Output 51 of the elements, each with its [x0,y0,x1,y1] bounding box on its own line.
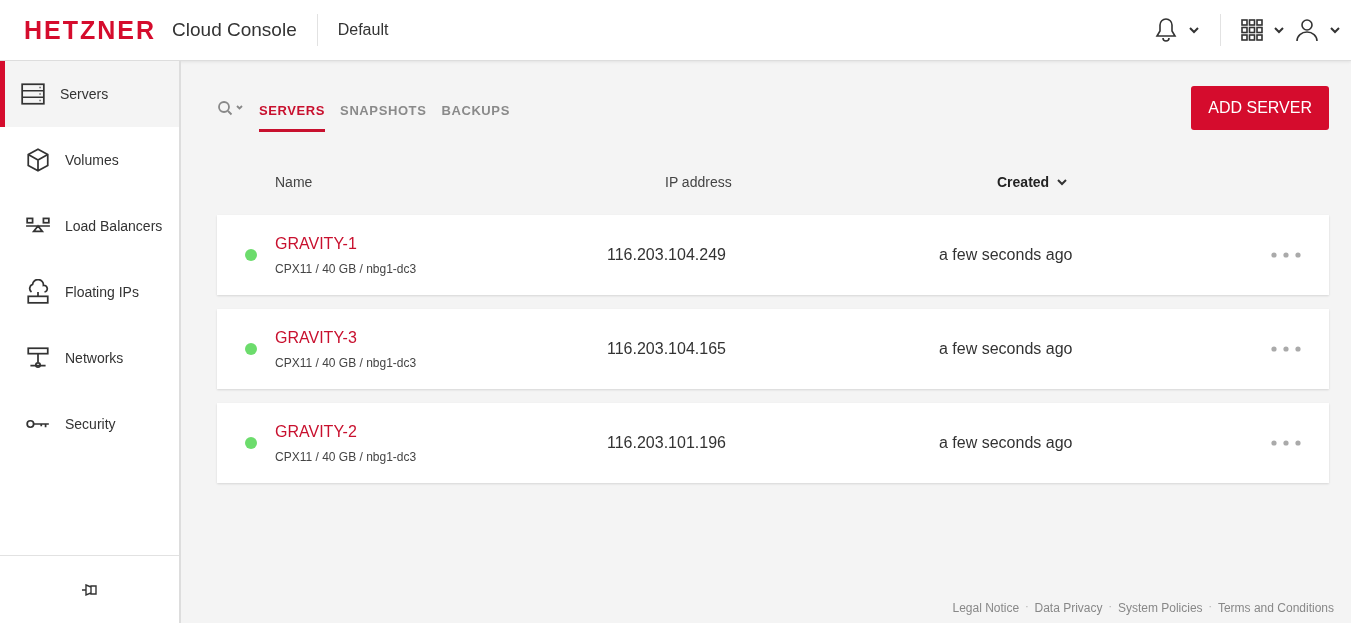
sidebar-item[interactable]: Security [0,391,179,457]
tab[interactable]: BACKUPS [441,95,510,132]
server-spec: CPX11 / 40 GB / nbg1-dc3 [275,354,417,372]
server-row[interactable]: GRAVITY-2 CPX11 / 40 GB / nbg1-dc3 116.203.101.196 a few seconds ago [217,402,1329,483]
footer-link[interactable]: Data Privacy [1034,599,1103,617]
created-time: a few seconds ago [939,245,1073,263]
server-name-link[interactable]: GRAVITY-3 [275,325,357,350]
created-time: a few seconds ago [939,433,1073,451]
sidebar-item[interactable]: Floating IPs [0,259,179,325]
footer-link[interactable]: Legal Notice [952,599,1020,617]
grid-icon[interactable] [1241,19,1263,41]
server-name-link[interactable]: GRAVITY-1 [275,231,357,256]
server-icon [20,81,46,107]
separator-dot: · [1108,600,1112,614]
column-header: Name [275,172,314,192]
chevron-down-icon[interactable] [1057,178,1068,186]
logo[interactable]: HETZNER [24,17,157,43]
column-header: IP address [665,172,733,192]
tab[interactable]: SNAPSHOTS [340,95,427,132]
add-server-button[interactable]: ADD SERVER [1191,86,1329,131]
created-time: a few seconds ago [939,339,1073,357]
sidebar-item[interactable]: Load Balancers [0,193,179,259]
pin-icon[interactable] [80,582,99,597]
chevron-down-icon[interactable] [1188,26,1200,34]
server-row[interactable]: GRAVITY-1 CPX11 / 40 GB / nbg1-dc3 116.203.104.249 a few seconds ago [217,214,1329,295]
app-title: Cloud Console [172,17,297,42]
network-icon [25,345,51,371]
cloud-server-icon [25,279,51,305]
ip-address: 116.203.104.165 [607,339,726,357]
footer-link[interactable]: System Policies [1117,599,1203,617]
search-icon[interactable] [217,100,245,117]
column-header[interactable]: Created [997,171,1068,193]
user-icon[interactable] [1295,18,1319,42]
chevron-down-icon[interactable] [1273,26,1285,34]
separator-dot: · [1025,600,1029,614]
chevron-down-icon[interactable] [1329,26,1341,34]
bell-icon[interactable] [1154,17,1178,43]
server-row[interactable]: GRAVITY-3 CPX11 / 40 GB / nbg1-dc3 116.203.104.165 a few seconds ago [217,308,1329,389]
server-spec: CPX11 / 40 GB / nbg1-dc3 [275,260,417,278]
sidebar-item[interactable]: Servers [0,61,179,127]
sidebar-item[interactable]: Volumes [0,127,179,193]
sidebar-item[interactable]: Networks [0,325,179,391]
ip-address: 116.203.101.196 [607,433,726,451]
cube-icon [25,147,51,173]
tab[interactable]: SERVERS [259,95,326,132]
server-spec: CPX11 / 40 GB / nbg1-dc3 [275,448,417,466]
footer-link[interactable]: Terms and Conditions [1217,599,1334,617]
project-name[interactable]: Default [337,18,389,42]
server-name-link[interactable]: GRAVITY-2 [275,419,357,444]
ip-address: 116.203.104.249 [607,245,726,263]
separator-dot: · [1208,600,1212,614]
